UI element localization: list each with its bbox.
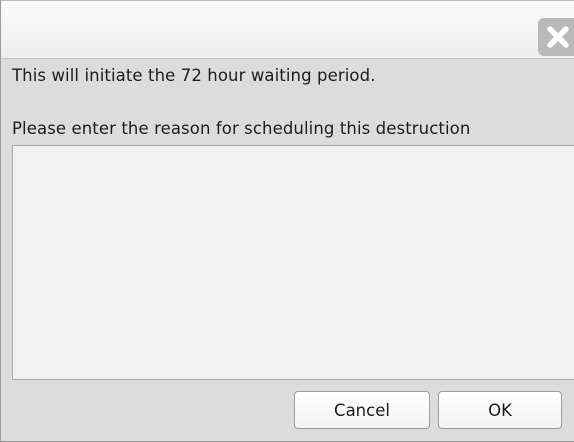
- cancel-button[interactable]: Cancel: [294, 391, 430, 429]
- ok-button[interactable]: OK: [438, 391, 562, 429]
- reason-textarea[interactable]: [12, 145, 574, 380]
- close-icon: [547, 26, 569, 48]
- schedule-destruction-dialog: This will initiate the 72 hour waiting p…: [0, 0, 574, 442]
- waiting-period-message: This will initiate the 72 hour waiting p…: [12, 66, 376, 85]
- close-button[interactable]: [538, 18, 574, 56]
- dialog-titlebar: [1, 0, 574, 59]
- reason-prompt-label: Please enter the reason for scheduling t…: [12, 119, 471, 138]
